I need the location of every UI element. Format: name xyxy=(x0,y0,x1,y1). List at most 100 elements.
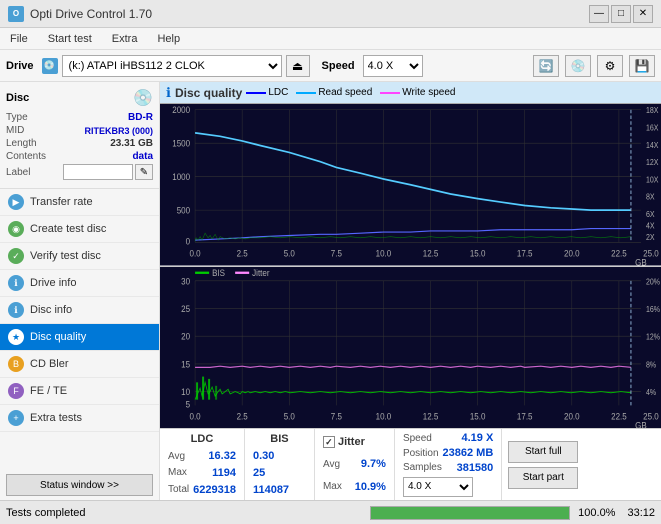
top-chart: 2000 1500 1000 500 0 18X 16X 14X 12X 10X… xyxy=(160,104,661,267)
svg-text:GB: GB xyxy=(635,257,647,266)
svg-text:22.5: 22.5 xyxy=(611,248,627,259)
progress-bar xyxy=(370,506,570,520)
menu-file[interactable]: File xyxy=(4,31,34,47)
speed-stat-label: Speed xyxy=(403,433,432,444)
nav-create-test-disc[interactable]: ◉ Create test disc xyxy=(0,216,159,243)
svg-text:6X: 6X xyxy=(646,210,655,220)
drive-toolbar: Drive 💿 (k:) ATAPI iHBS112 2 CLOK ⏏ Spee… xyxy=(0,50,661,82)
nav-transfer-rate[interactable]: ▶ Transfer rate xyxy=(0,189,159,216)
start-full-button[interactable]: Start full xyxy=(508,441,578,463)
svg-text:BIS: BIS xyxy=(212,267,225,278)
disc-length-label: Length xyxy=(6,138,56,149)
svg-text:15: 15 xyxy=(181,358,190,369)
nav-label-create: Create test disc xyxy=(30,223,106,235)
bis-total-value: 114087 xyxy=(253,484,289,496)
speed-select[interactable]: 4.0 X xyxy=(363,55,423,77)
menu-start-test[interactable]: Start test xyxy=(42,31,98,47)
disc-type-label: Type xyxy=(6,112,56,123)
disc-panel-icon: 💿 xyxy=(133,88,153,108)
nav-icon-create: ◉ xyxy=(8,221,24,237)
svg-text:2X: 2X xyxy=(646,233,655,243)
legend-ldc-label: LDC xyxy=(268,87,288,98)
dq-title: Disc quality xyxy=(175,86,242,100)
drive-label: Drive xyxy=(6,60,34,72)
menu-help[interactable]: Help xyxy=(151,31,186,47)
bottom-stats: LDC Avg 16.32 Max 1194 Total 6229318 BIS… xyxy=(160,428,661,500)
speed-label: Speed xyxy=(322,60,355,72)
ldc-total-value: 6229318 xyxy=(193,484,236,496)
nav-verify-test-disc[interactable]: ✓ Verify test disc xyxy=(0,243,159,270)
svg-text:4X: 4X xyxy=(646,221,655,231)
ldc-avg-label: Avg xyxy=(168,451,185,462)
disc-label-label: Label xyxy=(6,167,56,178)
disc-label-input[interactable] xyxy=(63,164,133,180)
minimize-button[interactable]: — xyxy=(589,5,609,23)
app-title: Opti Drive Control 1.70 xyxy=(30,7,152,21)
nav-label-extra: Extra tests xyxy=(30,412,82,424)
svg-text:2000: 2000 xyxy=(172,105,190,116)
nav-label-transfer: Transfer rate xyxy=(30,196,93,208)
svg-text:Jitter: Jitter xyxy=(252,267,269,278)
title-bar: O Opti Drive Control 1.70 — □ ✕ xyxy=(0,0,661,28)
eject-button[interactable]: ⏏ xyxy=(286,55,310,77)
bottom-bar: Tests completed 100.0% 33:12 xyxy=(0,500,661,524)
nav-cd-bler[interactable]: B CD Bler xyxy=(0,351,159,378)
svg-text:12.5: 12.5 xyxy=(423,248,439,259)
drive-select[interactable]: (k:) ATAPI iHBS112 2 CLOK xyxy=(62,55,282,77)
legend-read-color xyxy=(296,92,316,94)
nav-label-drive-info: Drive info xyxy=(30,277,76,289)
speed-action-select[interactable]: 4.0 X xyxy=(403,477,473,497)
ldc-max-label: Max xyxy=(168,467,187,478)
svg-text:17.5: 17.5 xyxy=(517,248,533,259)
jitter-avg-label: Avg xyxy=(323,459,340,470)
nav-drive-info[interactable]: ℹ Drive info xyxy=(0,270,159,297)
disc-contents-value: data xyxy=(132,151,153,162)
svg-text:20: 20 xyxy=(181,331,190,342)
nav-icon-transfer: ▶ xyxy=(8,194,24,210)
svg-text:1000: 1000 xyxy=(172,172,190,183)
legend-write-speed: Write speed xyxy=(380,87,455,98)
nav-disc-info[interactable]: ℹ Disc info xyxy=(0,297,159,324)
sidebar: Disc 💿 Type BD-R MID RITEKBR3 (000) Leng… xyxy=(0,82,160,500)
svg-text:22.5: 22.5 xyxy=(611,410,627,421)
svg-text:4%: 4% xyxy=(646,387,656,397)
status-window-button[interactable]: Status window >> xyxy=(6,474,153,496)
svg-text:0.0: 0.0 xyxy=(190,410,201,421)
nav-icon-disc-info: ℹ xyxy=(8,302,24,318)
action-buttons: Start full Start part xyxy=(502,429,584,500)
nav-icon-extra: + xyxy=(8,410,24,426)
disc-button[interactable]: 💿 xyxy=(565,55,591,77)
jitter-avg-value: 9.7% xyxy=(361,458,386,470)
svg-text:20.0: 20.0 xyxy=(564,248,580,259)
nav-disc-quality[interactable]: ★ Disc quality xyxy=(0,324,159,351)
svg-text:20%: 20% xyxy=(646,276,660,286)
refresh-button[interactable]: 🔄 xyxy=(533,55,559,77)
nav-icon-fe-te: F xyxy=(8,383,24,399)
start-part-button[interactable]: Start part xyxy=(508,467,578,489)
legend-write-color xyxy=(380,92,400,94)
legend-ldc: LDC xyxy=(246,87,288,98)
sidebar-nav: ▶ Transfer rate ◉ Create test disc ✓ Ver… xyxy=(0,189,159,470)
nav-fe-te[interactable]: F FE / TE xyxy=(0,378,159,405)
bottom-chart: BIS Jitter xyxy=(160,267,661,429)
legend-write-label: Write speed xyxy=(402,87,455,98)
save-button[interactable]: 💾 xyxy=(629,55,655,77)
jitter-checkbox[interactable]: ✓ xyxy=(323,436,335,448)
charts-area: 2000 1500 1000 500 0 18X 16X 14X 12X 10X… xyxy=(160,104,661,428)
nav-label-verify: Verify test disc xyxy=(30,250,101,262)
maximize-button[interactable]: □ xyxy=(611,5,631,23)
ldc-total-label: Total xyxy=(168,484,189,495)
label-edit-button[interactable]: ✎ xyxy=(135,164,153,180)
svg-text:GB: GB xyxy=(635,419,647,428)
menu-extra[interactable]: Extra xyxy=(106,31,144,47)
nav-extra-tests[interactable]: + Extra tests xyxy=(0,405,159,432)
svg-text:14X: 14X xyxy=(646,140,658,150)
ldc-stats: LDC Avg 16.32 Max 1194 Total 6229318 xyxy=(160,429,245,500)
dq-icon: ℹ xyxy=(166,85,171,101)
title-controls: — □ ✕ xyxy=(589,5,653,23)
svg-text:0.0: 0.0 xyxy=(190,248,201,259)
close-button[interactable]: ✕ xyxy=(633,5,653,23)
settings-button[interactable]: ⚙ xyxy=(597,55,623,77)
disc-contents-label: Contents xyxy=(6,151,56,162)
disc-type-value: BD-R xyxy=(128,112,153,123)
